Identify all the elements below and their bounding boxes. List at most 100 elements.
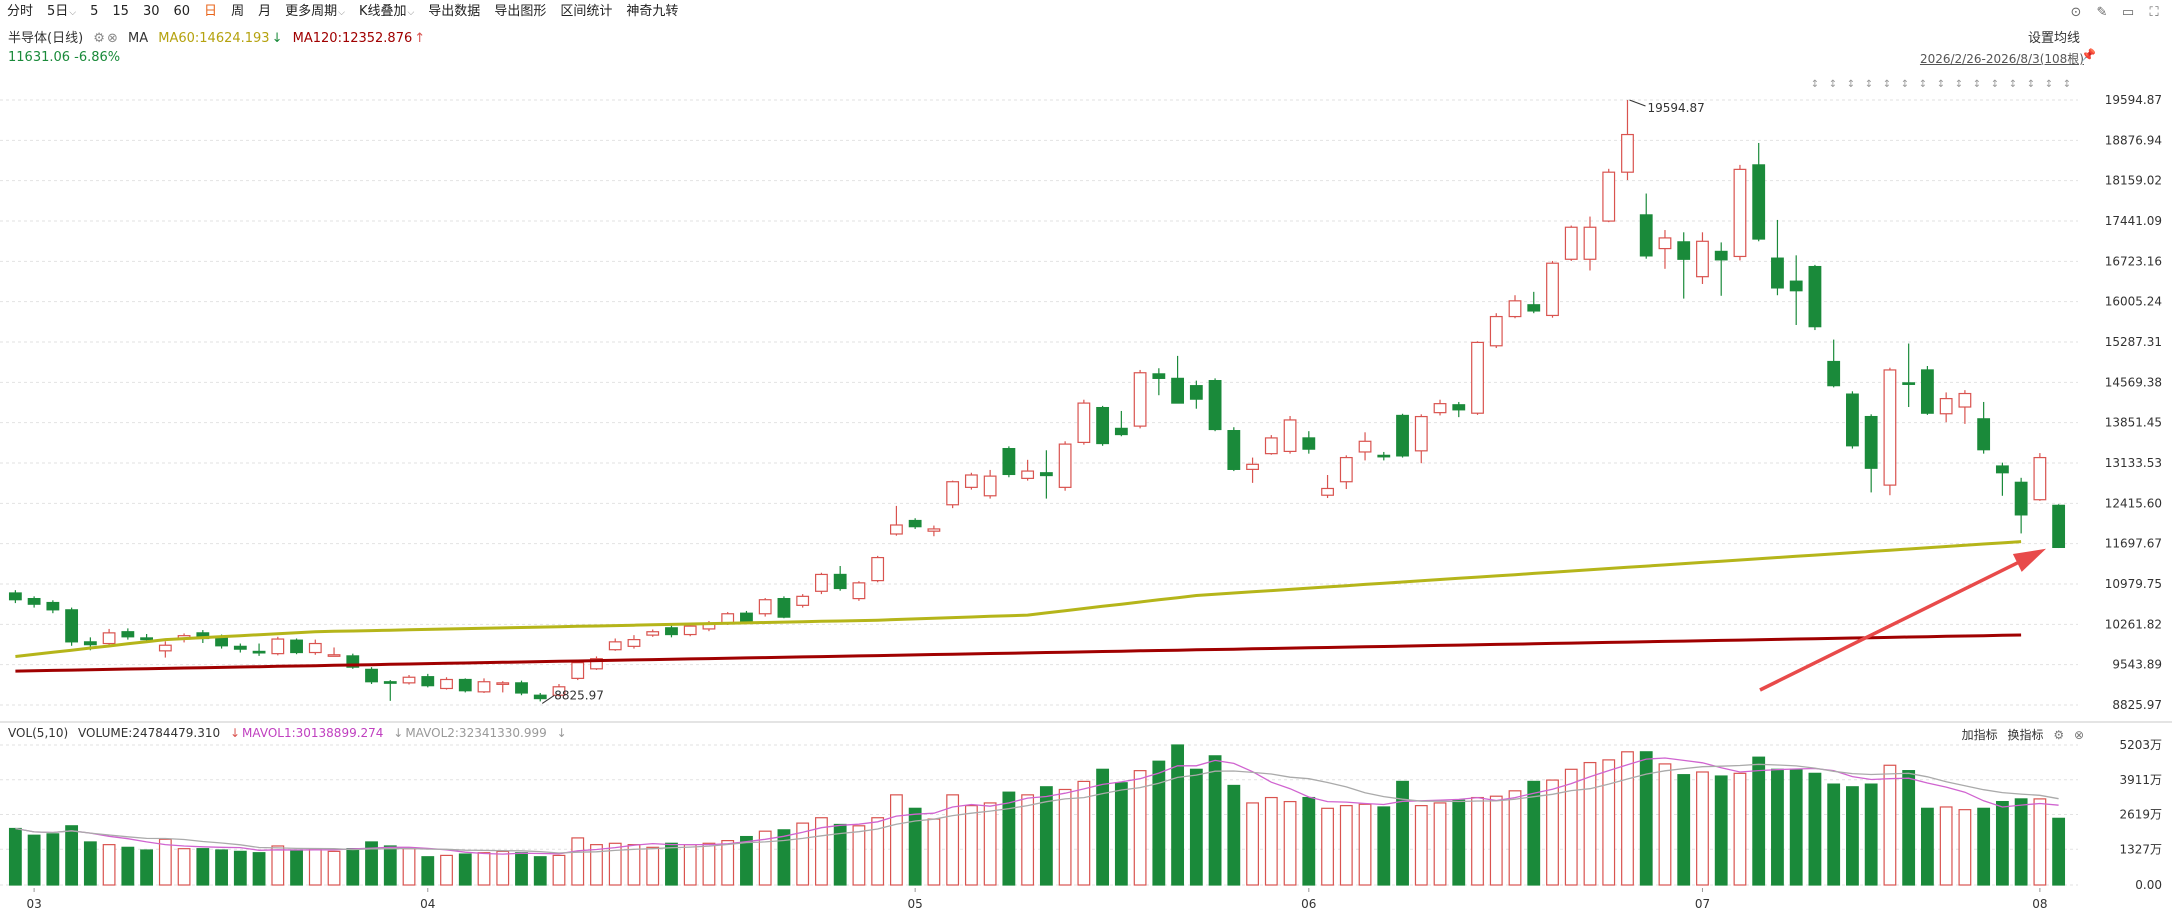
marker-glyph: ↕ <box>2027 79 2035 90</box>
price-tick-label: 10261.82 <box>2105 617 2162 631</box>
period-tab-5[interactable]: 60 <box>167 0 198 24</box>
candle-up <box>590 658 603 670</box>
period-tab-3[interactable]: 15 <box>105 0 136 24</box>
vol-label: VOL(5,10) <box>8 726 69 740</box>
volume-tools: 加指标 换指标 ⚙ ⊗ <box>1956 726 2084 743</box>
volume-bar-up <box>1283 800 1297 886</box>
date-range-label[interactable]: 2026/2/26-2026/8/3(108根) <box>1920 50 2084 67</box>
candle-down <box>1152 373 1166 379</box>
mavol2-line <box>15 763 2059 854</box>
current-quote: 11631.06 -6.86% <box>8 50 120 65</box>
period-tab-0[interactable]: 分时 <box>0 0 40 24</box>
fullscreen-icon[interactable]: ⛶ <box>2146 5 2162 20</box>
volume-bar-down <box>1846 786 1859 886</box>
candle-up <box>1358 440 1372 453</box>
candle-down <box>1527 304 1541 312</box>
volume-bar-up <box>1958 809 1972 886</box>
volume-bar-down <box>1527 780 1541 886</box>
volume-bar-up <box>964 805 978 886</box>
volume-bar-up <box>1508 790 1522 886</box>
period-tab-label: 日 <box>204 4 218 19</box>
candle-up <box>927 528 941 532</box>
price-tick-label: 17441.09 <box>2105 214 2162 228</box>
period-tab-7[interactable]: 周 <box>224 0 251 24</box>
candle-down <box>1771 257 1784 289</box>
candle-down <box>1752 164 1766 240</box>
period-tab-12[interactable]: 导出图形 <box>487 0 553 24</box>
volume-bar-up <box>1939 806 1953 886</box>
marker-glyph: ↕ <box>1829 79 1837 90</box>
kline-chart[interactable]: 19594.87 18876.94 18159.02 17441.09 16723.16… <box>0 0 2172 918</box>
price-tick-label: 12415.60 <box>2105 496 2162 510</box>
volume-bar-up <box>158 838 172 886</box>
period-tab-2[interactable]: 5 <box>83 0 105 24</box>
candle-down <box>777 597 791 618</box>
gear-icon[interactable]: ⚙ <box>2053 728 2064 742</box>
volume-bar-down <box>1396 780 1409 886</box>
pin-icon[interactable]: 📌 <box>2081 48 2096 62</box>
period-tab-8[interactable]: 月 <box>251 0 278 24</box>
candle-up <box>889 524 903 535</box>
ma120-arrow: ↑ <box>414 31 426 46</box>
candle-down <box>2052 504 2066 549</box>
x-tick-label: 05 <box>908 897 923 911</box>
period-tab-11[interactable]: 导出数据 <box>421 0 487 24</box>
volume-bar-up <box>1733 772 1747 886</box>
volume-bar-down <box>290 849 303 886</box>
candle-up <box>1583 226 1597 260</box>
price-tick-label: 19594.87 <box>2105 93 2162 107</box>
candle-down <box>1677 241 1691 260</box>
layout-icon[interactable]: ▭ <box>2120 5 2136 20</box>
volume-bar-up <box>1546 779 1559 886</box>
volume-bar-down <box>533 856 547 886</box>
candle-down <box>1002 447 1016 476</box>
candle-up <box>552 686 566 696</box>
period-tab-label: 更多周期 <box>285 3 338 19</box>
add-indicator-button[interactable]: 加指标 <box>1962 728 1998 742</box>
period-tab-13[interactable]: 区间统计 <box>553 0 619 24</box>
mavol2-arrow: ↓ <box>393 726 404 740</box>
pen-icon[interactable]: ✎ <box>2094 5 2110 20</box>
candle-down <box>1714 250 1728 261</box>
volume-bar-up <box>608 842 622 886</box>
clock-icon[interactable]: ⊙ <box>2068 5 2084 20</box>
close-icon[interactable]: ⊗ <box>107 31 118 46</box>
price-tick-label: 18159.02 <box>2105 174 2162 188</box>
volume-bar-down <box>46 833 60 886</box>
volume-bar-down <box>515 852 528 886</box>
volume-bar-up <box>440 854 453 886</box>
volume-bar-down <box>2014 798 2028 886</box>
volume-bar-up <box>496 850 510 886</box>
volume-bar-up <box>590 844 603 886</box>
candle-down <box>65 609 79 643</box>
period-tab-6[interactable]: 日 <box>197 0 224 24</box>
candle-down <box>1208 380 1222 431</box>
period-tab-4[interactable]: 30 <box>136 0 167 24</box>
candle-up <box>1283 419 1297 453</box>
gear-icon[interactable]: ⚙ <box>93 31 105 46</box>
ma120-line <box>15 633 2022 673</box>
period-tab-10[interactable]: K线叠加⌵ <box>352 0 421 25</box>
candle-down <box>196 632 210 640</box>
candle-up <box>1621 133 1634 173</box>
period-tab-1[interactable]: 5日⌵ <box>40 0 83 25</box>
volume-bar-up <box>1077 780 1091 886</box>
candle-down <box>740 612 753 622</box>
candle-down <box>290 639 303 654</box>
candle-down <box>458 678 472 692</box>
period-tab-9[interactable]: 更多周期⌵ <box>278 0 352 25</box>
volume-bar-down <box>1902 770 1916 886</box>
close-icon[interactable]: ⊗ <box>2074 728 2084 742</box>
volume-bar-up <box>308 848 322 886</box>
max-label: 19594.87 <box>1647 101 1704 115</box>
candle-down <box>83 641 97 646</box>
volume-bar-up <box>177 848 191 886</box>
volume-bar-up <box>946 794 960 886</box>
ma-setting-button[interactable]: 设置均线 <box>2028 27 2080 46</box>
candle-down <box>2014 481 2028 516</box>
candle-up <box>177 635 191 640</box>
volume-bar-down <box>833 823 847 886</box>
period-tab-14[interactable]: 神奇九转 <box>619 0 685 24</box>
switch-indicator-button[interactable]: 换指标 <box>2008 728 2044 742</box>
candle-up <box>627 639 641 647</box>
